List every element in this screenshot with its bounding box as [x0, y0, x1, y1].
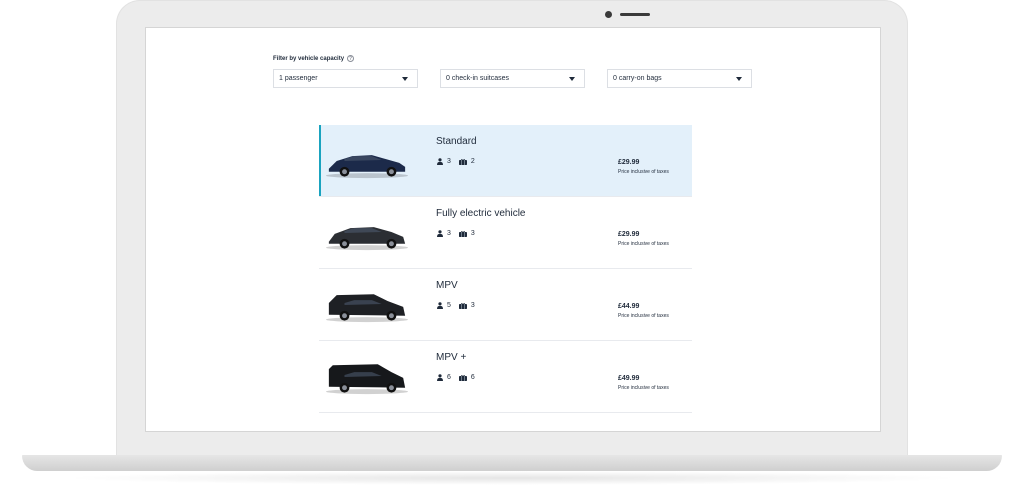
passenger-icon [437, 230, 443, 237]
passenger-count: 3 [447, 230, 451, 237]
chevron-down-icon [736, 77, 742, 81]
vehicle-capacity: 5 3 [437, 302, 483, 309]
price-note: Price inclusive of taxes [618, 313, 669, 319]
vehicle-name: MPV + [436, 352, 467, 363]
laptop-shadow [60, 471, 964, 485]
price-note: Price inclusive of taxes [618, 241, 669, 247]
vehicle-name: MPV [436, 280, 458, 291]
vehicle-capacity: 6 6 [437, 374, 483, 381]
chevron-down-icon [569, 77, 575, 81]
vehicle-option[interactable]: Standard 3 2 £29.99 Price inclusive of t… [319, 125, 692, 197]
vehicle-image [325, 294, 409, 323]
suitcases-select-value: 0 check-in suitcases [446, 75, 510, 82]
vehicle-price: £29.99 [618, 159, 640, 166]
passengers-select-value: 1 passenger [279, 75, 318, 82]
vehicle-list: Standard 3 2 £29.99 Price inclusive of t… [319, 125, 692, 413]
chevron-down-icon [402, 77, 408, 81]
luggage-count: 6 [470, 374, 475, 381]
luggage-count: 2 [470, 158, 475, 165]
help-icon[interactable]: ? [347, 55, 355, 62]
price-note: Price inclusive of taxes [618, 385, 669, 391]
filter-title: Filter by vehicle capacity [273, 55, 345, 62]
carry-on-select[interactable]: 0 carry-on bags [607, 69, 752, 88]
vehicle-price: £29.99 [618, 231, 640, 238]
luggage-count: 3 [470, 230, 475, 237]
luggage-icon [458, 230, 467, 237]
passengers-select[interactable]: 1 passenger [273, 69, 418, 88]
vehicle-image [325, 227, 409, 251]
luggage-icon [458, 158, 467, 165]
passenger-icon [437, 302, 443, 309]
laptop-base [22, 455, 1002, 471]
speaker-grille [620, 13, 650, 16]
camera-icon [605, 11, 612, 18]
luggage-icon [458, 374, 467, 381]
vehicle-image [325, 364, 409, 395]
filter-heading: Filter by vehicle capacity ? [273, 55, 355, 62]
passenger-count: 3 [447, 158, 451, 165]
vehicle-image [325, 155, 409, 179]
passenger-icon [437, 158, 443, 165]
luggage-icon [458, 302, 467, 309]
carry-on-select-value: 0 carry-on bags [613, 75, 662, 82]
passenger-icon [437, 374, 443, 381]
price-note: Price inclusive of taxes [618, 169, 669, 175]
vehicle-name: Fully electric vehicle [436, 208, 526, 219]
passenger-count: 6 [447, 374, 451, 381]
vehicle-option[interactable]: MPV 5 3 £44.99 Price inclusive of taxes [319, 269, 692, 341]
vehicle-capacity: 3 3 [437, 230, 483, 237]
vehicle-option[interactable]: MPV + 6 6 £49.99 Price inclusive of taxe… [319, 341, 692, 413]
suitcases-select[interactable]: 0 check-in suitcases [440, 69, 585, 88]
vehicle-price: £44.99 [618, 303, 640, 310]
vehicle-price: £49.99 [618, 375, 640, 382]
vehicle-name: Standard [436, 136, 477, 147]
vehicle-option[interactable]: Fully electric vehicle 3 3 £29.99 Price … [319, 197, 692, 269]
passenger-count: 5 [447, 302, 451, 309]
screen: Filter by vehicle capacity ? 1 passenger… [145, 27, 881, 432]
vehicle-capacity: 3 2 [437, 158, 483, 165]
luggage-count: 3 [470, 302, 475, 309]
